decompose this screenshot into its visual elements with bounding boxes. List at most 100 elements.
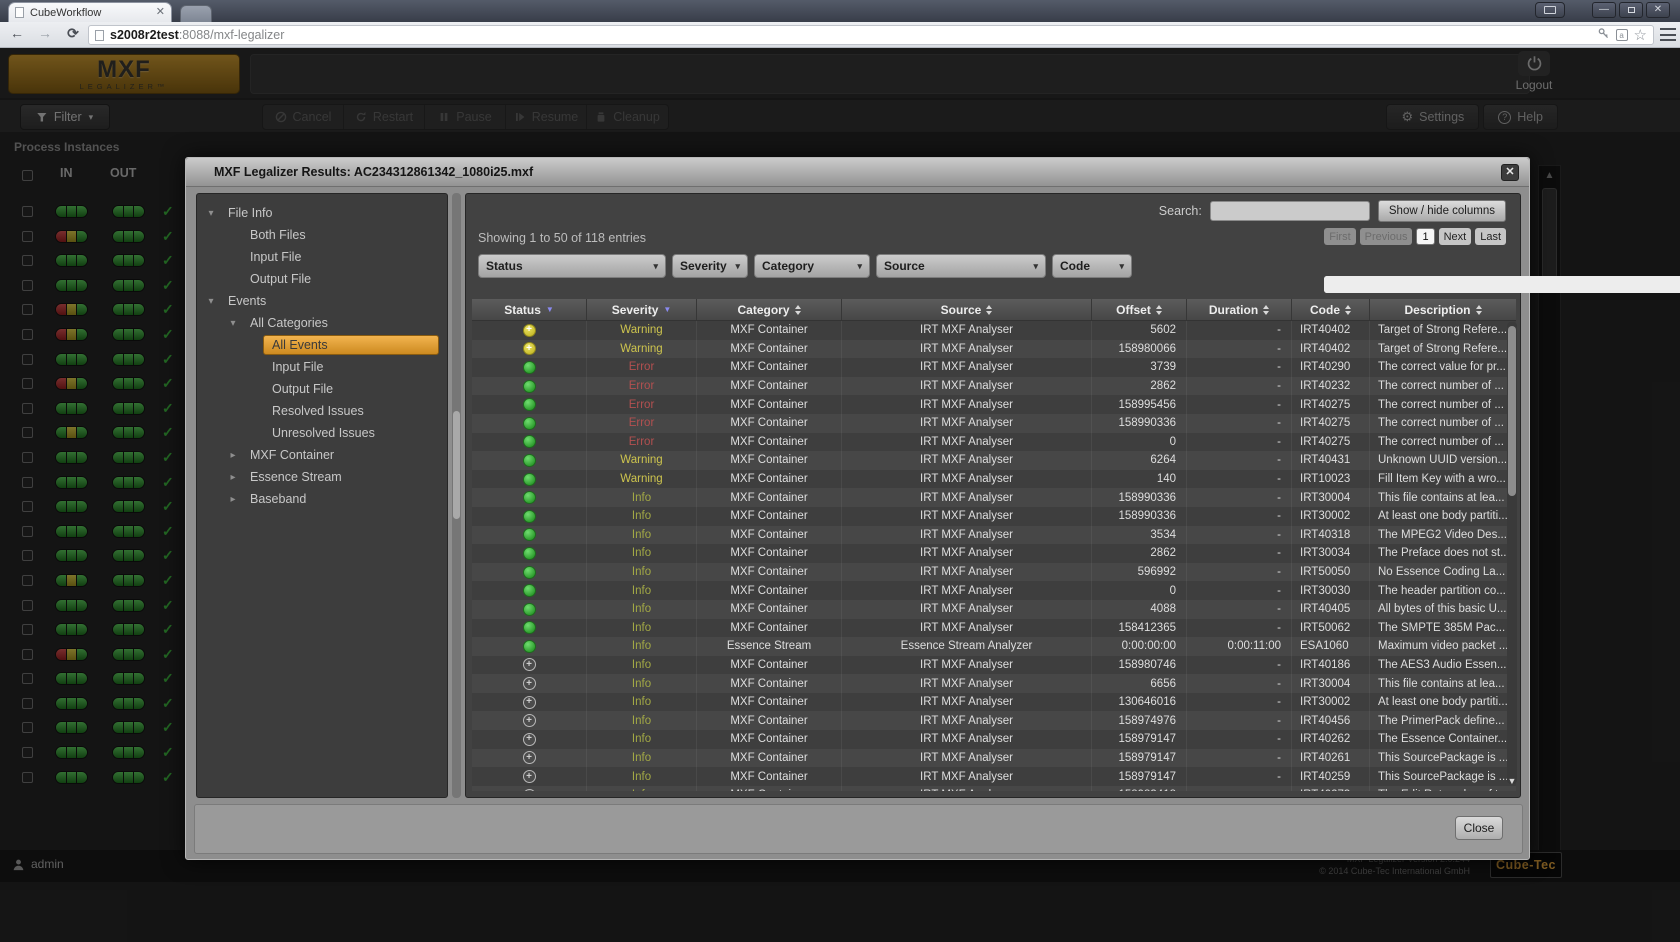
filter-dropdown-severity[interactable]: Severity▾ (672, 254, 748, 278)
table-row[interactable]: +InfoMXF ContainerIRT MXF Analyser158983… (472, 786, 1516, 791)
chevron-collapsed-icon[interactable]: ▸ (225, 494, 241, 505)
showing-entries-text: Showing 1 to 50 of 118 entries (478, 231, 646, 245)
close-window-button[interactable]: ✕ (1646, 2, 1670, 18)
column-header-code[interactable]: Code (1292, 299, 1370, 320)
tree-scrollbar-thumb[interactable] (453, 411, 460, 519)
tree-item-unresolved-issues[interactable]: Unresolved Issues (197, 422, 447, 444)
filter-dropdown-source[interactable]: Source▾ (876, 254, 1046, 278)
column-header-source[interactable]: Source (842, 299, 1092, 320)
pagination-next-button[interactable]: Next (1439, 228, 1472, 245)
duration-cell: - (1187, 526, 1292, 545)
table-row[interactable]: +WarningMXF ContainerIRT MXF Analyser560… (472, 321, 1516, 340)
tree-item-output-file[interactable]: Output File (197, 268, 447, 290)
table-row[interactable]: InfoMXF ContainerIRT MXF Analyser596992-… (472, 563, 1516, 582)
tree-item-mxf-container[interactable]: ▸MXF Container (197, 444, 447, 466)
tree-item-all-events[interactable]: All Events (197, 334, 447, 356)
table-row[interactable]: ErrorMXF ContainerIRT MXF Analyser0-IRT4… (472, 433, 1516, 452)
table-row[interactable]: InfoMXF ContainerIRT MXF Analyser1584123… (472, 619, 1516, 638)
tree-item-baseband[interactable]: ▸Baseband (197, 488, 447, 510)
chevron-expanded-icon[interactable]: ▾ (203, 296, 219, 307)
tree-item-all-categories[interactable]: ▾All Categories (197, 312, 447, 334)
tree-item-input-file[interactable]: Input File (197, 246, 447, 268)
tree-item-label: Baseband (241, 489, 315, 509)
filter-dropdown-status[interactable]: Status▾ (478, 254, 666, 278)
column-label: Status (504, 303, 541, 317)
column-header-severity[interactable]: Severity▼ (587, 299, 697, 320)
column-header-duration[interactable]: Duration (1187, 299, 1292, 320)
offset-cell: 158990336 (1092, 414, 1187, 433)
chevron-expanded-icon[interactable]: ▾ (225, 318, 241, 329)
forward-button[interactable]: → (34, 25, 56, 41)
table-row[interactable]: InfoMXF ContainerIRT MXF Analyser2862-IR… (472, 544, 1516, 563)
table-row[interactable]: ErrorMXF ContainerIRT MXF Analyser158990… (472, 414, 1516, 433)
tab-preview-button[interactable] (1535, 2, 1565, 18)
filter-dropdown-code[interactable]: Code▾ (1052, 254, 1132, 278)
inactive-tab-stub[interactable] (180, 5, 212, 22)
tree-item-file-info[interactable]: ▾File Info (197, 202, 447, 224)
dialog-titlebar[interactable]: MXF Legalizer Results: AC234312861342_10… (186, 158, 1529, 187)
offset-cell: 3739 (1092, 358, 1187, 377)
chevron-collapsed-icon[interactable]: ▸ (225, 450, 241, 461)
table-row[interactable]: InfoMXF ContainerIRT MXF Analyser4088-IR… (472, 600, 1516, 619)
table-row[interactable]: +InfoMXF ContainerIRT MXF Analyser158980… (472, 656, 1516, 675)
dialog-close-button[interactable]: Close (1455, 816, 1503, 840)
tree-item-essence-stream[interactable]: ▸Essence Stream (197, 466, 447, 488)
key-icon[interactable] (1597, 27, 1610, 43)
tree-item-both-files[interactable]: Both Files (197, 224, 447, 246)
table-row[interactable]: InfoMXF ContainerIRT MXF Analyser0-IRT30… (472, 581, 1516, 600)
tab-close-icon[interactable]: ✕ (156, 7, 165, 18)
table-row[interactable]: +InfoMXF ContainerIRT MXF Analyser158979… (472, 767, 1516, 786)
table-row[interactable]: +WarningMXF ContainerIRT MXF Analyser158… (472, 340, 1516, 359)
table-row[interactable]: +InfoMXF ContainerIRT MXF Analyser158979… (472, 730, 1516, 749)
table-row[interactable]: +InfoMXF ContainerIRT MXF Analyser130646… (472, 693, 1516, 712)
bookmark-star-icon[interactable]: ☆ (1634, 26, 1647, 44)
table-row[interactable]: ErrorMXF ContainerIRT MXF Analyser3739-I… (472, 358, 1516, 377)
minimize-button[interactable]: — (1592, 2, 1616, 18)
pagination-last-button[interactable]: Last (1475, 228, 1506, 245)
dialog-close-icon[interactable]: ✕ (1501, 164, 1519, 181)
code-cell: IRT40232 (1292, 377, 1370, 396)
table-row[interactable]: +InfoMXF ContainerIRT MXF Analyser158974… (472, 711, 1516, 730)
table-row[interactable]: InfoEssence StreamEssence Stream Analyze… (472, 637, 1516, 656)
table-scrollbar-thumb[interactable] (1508, 326, 1516, 496)
table-row[interactable]: +InfoMXF ContainerIRT MXF Analyser158979… (472, 749, 1516, 768)
table-row[interactable]: InfoMXF ContainerIRT MXF Analyser1589903… (472, 488, 1516, 507)
table-row[interactable]: InfoMXF ContainerIRT MXF Analyser3534-IR… (472, 526, 1516, 545)
tree-item-label: Input File (263, 357, 332, 377)
back-button[interactable]: ← (6, 25, 28, 41)
pagination-1-button[interactable]: 1 (1416, 228, 1434, 245)
column-header-description[interactable]: Description (1370, 299, 1516, 320)
filter-dropdown-category[interactable]: Category▾ (754, 254, 870, 278)
column-header-offset[interactable]: Offset (1092, 299, 1187, 320)
tree-item-input-file[interactable]: Input File (197, 356, 447, 378)
browser-menu-icon[interactable] (1660, 28, 1676, 41)
translate-icon[interactable]: a (1616, 29, 1628, 41)
tree-item-events[interactable]: ▾Events (197, 290, 447, 312)
source-cell: IRT MXF Analyser (842, 786, 1092, 791)
table-row[interactable]: WarningMXF ContainerIRT MXF Analyser140-… (472, 470, 1516, 489)
url-bar[interactable]: s2008r2test:8088/mxf-legalizer a ☆ (88, 25, 1654, 45)
tree-scrollbar[interactable] (452, 193, 461, 798)
table-row[interactable]: ErrorMXF ContainerIRT MXF Analyser2862-I… (472, 377, 1516, 396)
restore-button[interactable] (1619, 2, 1643, 18)
table-row[interactable]: InfoMXF ContainerIRT MXF Analyser1589903… (472, 507, 1516, 526)
table-scroll-down-icon[interactable]: ▼ (1507, 776, 1517, 786)
source-cell: IRT MXF Analyser (842, 377, 1092, 396)
column-header-status[interactable]: Status▼ (472, 299, 587, 320)
search-input[interactable] (1210, 201, 1370, 221)
browser-tab[interactable]: CubeWorkflow ✕ (8, 2, 172, 22)
column-label: Category (737, 303, 789, 317)
reload-button[interactable]: ⟳ (62, 25, 84, 42)
tree-item-output-file[interactable]: Output File (197, 378, 447, 400)
pagination-3-button[interactable]: 3 (1324, 276, 1680, 293)
table-row[interactable]: ErrorMXF ContainerIRT MXF Analyser158995… (472, 395, 1516, 414)
table-scrollbar[interactable]: ▼ (1507, 322, 1517, 784)
tree-item-resolved-issues[interactable]: Resolved Issues (197, 400, 447, 422)
dialog-footer (194, 804, 1523, 854)
chevron-expanded-icon[interactable]: ▾ (203, 208, 219, 219)
table-row[interactable]: +InfoMXF ContainerIRT MXF Analyser6656-I… (472, 674, 1516, 693)
chevron-collapsed-icon[interactable]: ▸ (225, 472, 241, 483)
column-header-category[interactable]: Category (697, 299, 842, 320)
table-row[interactable]: WarningMXF ContainerIRT MXF Analyser6264… (472, 451, 1516, 470)
show-hide-columns-button[interactable]: Show / hide columns (1378, 200, 1506, 222)
